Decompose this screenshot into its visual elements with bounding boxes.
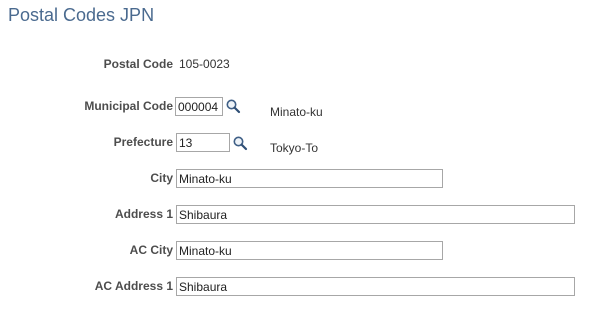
postal-code-label: Postal Code	[103, 57, 173, 71]
municipal-code-lookup-button[interactable]	[225, 98, 241, 114]
prefecture-description: Tokyo-To	[270, 141, 319, 155]
prefecture-lookup-button[interactable]	[232, 135, 248, 151]
address1-input[interactable]	[176, 205, 575, 224]
municipal-code-label: Municipal Code	[84, 99, 173, 113]
page-title: Postal Codes JPN	[8, 5, 155, 25]
municipal-code-input[interactable]	[175, 97, 223, 116]
search-icon	[226, 99, 241, 114]
ac-city-label: AC City	[129, 243, 173, 257]
city-label: City	[150, 171, 173, 185]
prefecture-input[interactable]	[176, 133, 230, 152]
search-icon	[233, 136, 248, 151]
municipal-code-description: Minato-ku	[270, 105, 323, 119]
ac-address1-input[interactable]	[176, 277, 575, 296]
ac-address1-label: AC Address 1	[94, 279, 173, 293]
prefecture-label: Prefecture	[113, 135, 173, 149]
postal-code-value: 105-0023	[179, 57, 230, 71]
address1-label: Address 1	[114, 207, 173, 221]
city-input[interactable]	[176, 169, 443, 188]
ac-city-input[interactable]	[176, 241, 443, 260]
